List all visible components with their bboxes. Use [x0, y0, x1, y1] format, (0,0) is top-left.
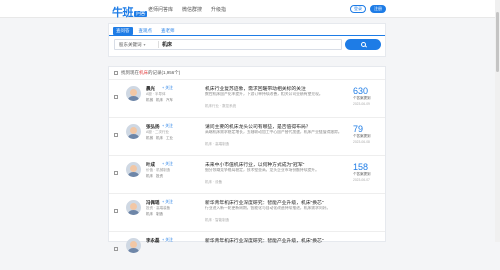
question-tags: 机床 · 设备: [205, 180, 223, 184]
divider: [158, 41, 159, 48]
avatar[interactable]: [126, 238, 141, 253]
row-checkbox[interactable]: [114, 209, 118, 213]
question-tags: 机床 · 高端制造: [205, 142, 230, 146]
question-title[interactable]: 未来中小市值机床行业，以何种方式成为"冠军": [205, 161, 355, 168]
search-button[interactable]: [345, 39, 381, 50]
author-tags: 机床 制造: [146, 212, 163, 216]
main-nav: 老师问答库 微信群搜 升级指: [148, 6, 226, 13]
author-meta: A股 · 二次行业: [146, 130, 169, 134]
author-tags: 机床 投资: [146, 174, 163, 178]
chevron-down-icon: ▾: [143, 41, 146, 47]
follow-button[interactable]: + 关注: [162, 238, 173, 243]
follow-button[interactable]: + 关注: [162, 200, 173, 205]
search-box[interactable]: 股东关键词 ▾ 机床: [114, 39, 342, 50]
nav-item-wechat-search[interactable]: 微信群搜: [182, 6, 202, 13]
avatar[interactable]: [126, 200, 141, 215]
select-all-checkbox[interactable]: [114, 71, 118, 75]
results-summary: 找到现在 机床 的记录(1,956个): [109, 67, 385, 80]
answer-count: 79: [353, 124, 364, 134]
avatar[interactable]: [126, 86, 141, 101]
question-snippet: 行业进入新一轮更新周期，智能化与自动化改造持续推进，机床需求向好。: [205, 206, 331, 210]
timestamp: 2023-06-08: [353, 140, 370, 144]
tab-underline: [109, 35, 385, 36]
row-checkbox[interactable]: [114, 95, 118, 99]
search-tabs: 查问答 查观点 查老师: [113, 27, 178, 35]
timestamp: 2023-06-07: [353, 178, 370, 182]
question-tags: 机床 · 智能制造: [205, 218, 230, 222]
register-button[interactable]: 注册: [370, 5, 386, 13]
answer-count: 158: [353, 162, 369, 172]
follow-button[interactable]: + 关注: [162, 162, 173, 167]
question-title[interactable]: 机床行业复苏迹象，需求回暖带动相关标的关注: [205, 85, 355, 92]
author-tags: 机械 机床 工业: [146, 136, 173, 140]
site-logo[interactable]: 牛班 问答: [112, 4, 148, 20]
list-item[interactable]: 叶成 + 关注 价值 · 机械制造 机床 投资 未来中小市值机床行业，以何种方式成…: [109, 157, 385, 194]
answer-count-label: 个答案提到: [353, 172, 371, 176]
scrollbar-thumb[interactable]: [496, 12, 499, 72]
nav-item-teacher-qa[interactable]: 老师问答库: [148, 6, 173, 13]
answer-count-label: 个答案提到: [353, 134, 371, 138]
timestamp: 2023-06-09: [353, 102, 370, 106]
author-name[interactable]: 李永磊: [146, 238, 160, 244]
login-button[interactable]: 登录: [350, 5, 366, 13]
answer-count: 630: [353, 86, 369, 96]
row-checkbox[interactable]: [114, 171, 118, 175]
search-icon: [360, 42, 366, 47]
tab-teachers[interactable]: 查老师: [158, 27, 178, 35]
follow-button[interactable]: + 关注: [162, 124, 173, 129]
question-snippet: 数控机床国产化率提升，下游订单持续改善，相关公司业绩有望兑现。: [205, 92, 323, 96]
question-snippet: 细分领域竞争格局稳定，技术壁垒高，龙头企业市场份额持续提升。: [205, 168, 319, 172]
author-meta: 价值 · 机械制造: [146, 168, 171, 172]
question-title[interactable]: 请问主要的机床龙头公司有哪些，是否值得布局？: [205, 123, 355, 130]
row-checkbox[interactable]: [114, 133, 118, 137]
tab-opinions[interactable]: 查观点: [136, 27, 156, 35]
question-title[interactable]: 新华青年机床行业深度研究：智能产业升级，机床"换芯": [205, 199, 355, 206]
author-meta: 投资 · 高端装备: [146, 206, 171, 210]
top-navigation-bar: 牛班 问答 老师问答库 微信群搜 升级指 登录 注册: [0, 0, 500, 20]
avatar[interactable]: [126, 162, 141, 177]
follow-button[interactable]: + 关注: [162, 86, 173, 91]
row-checkbox[interactable]: [114, 247, 118, 251]
list-item[interactable]: 张弘扬 + 关注 A股 · 二次行业 机械 机床 工业 请问主要的机床龙头公司有哪些…: [109, 119, 385, 156]
tab-qa[interactable]: 查问答: [113, 27, 133, 35]
author-tags: 机械 机床 汽车: [146, 98, 173, 102]
search-input[interactable]: 机床: [162, 41, 172, 48]
list-item[interactable]: 冯佩瑶 + 关注 投资 · 高端装备 机床 制造 新华青年机床行业深度研究：智能产…: [109, 195, 385, 232]
avatar[interactable]: [126, 124, 141, 139]
nav-item-upgrade[interactable]: 升级指: [211, 6, 226, 13]
question-snippet: 高端机床需求稳定增长，五轴联动加工中心国产替代加速，机床产业链值得跟踪。: [205, 130, 342, 134]
question-title[interactable]: 新华青年机床行业深度研究：智能产业升级，机床"换芯": [205, 237, 355, 244]
search-panel: 查问答 查观点 查老师 股东关键词 ▾ 机床: [108, 23, 386, 57]
author-meta: A股 · 半导体: [146, 92, 166, 96]
search-scope-select[interactable]: 股东关键词 ▾: [115, 42, 155, 48]
results-panel: 找到现在 机床 的记录(1,956个) 晨光 + 关注 A股 · 半导体 机械 机床汽…: [108, 66, 386, 253]
question-tags: 机床行业 · 数控系统: [205, 104, 237, 108]
list-item[interactable]: 李永磊 + 关注 新华青年机床行业深度研究：智能产业升级，机床"换芯": [109, 233, 385, 270]
answer-count-label: 个答案提到: [353, 96, 371, 100]
page-scrollbar[interactable]: [495, 0, 500, 242]
list-item[interactable]: 晨光 + 关注 A股 · 半导体 机械 机床 汽车 机床行业复苏迹象，需求回暖带动相…: [109, 81, 385, 118]
